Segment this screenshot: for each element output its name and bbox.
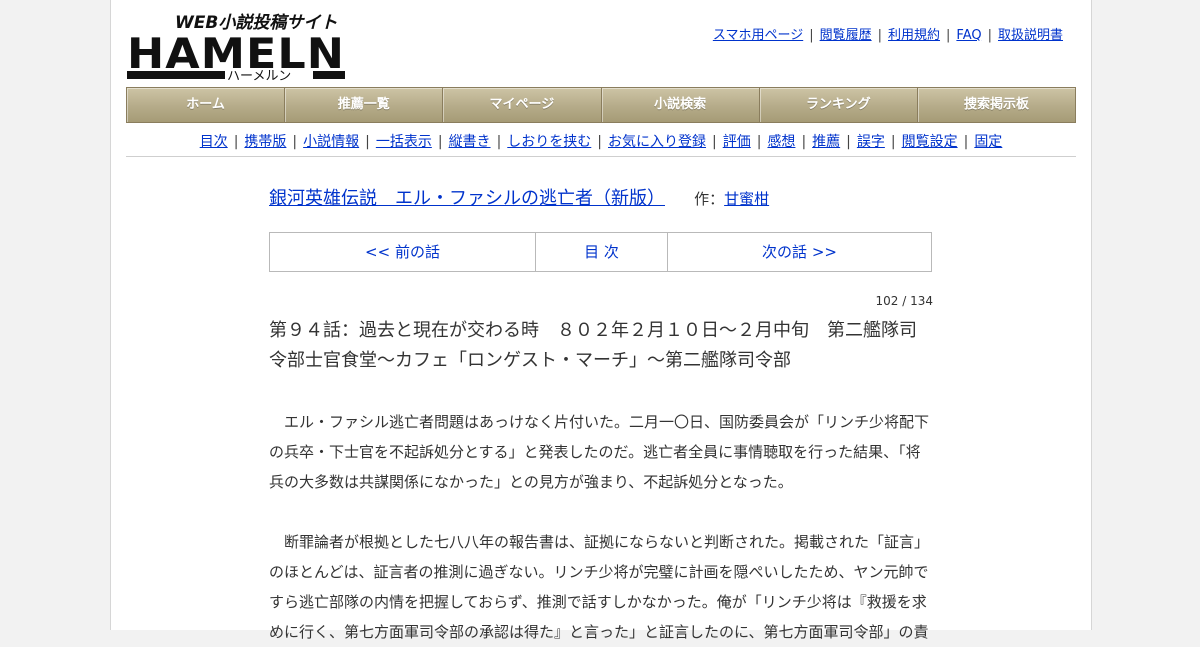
prev-chapter-link[interactable]: << 前の話 bbox=[270, 233, 536, 271]
top-links: スマホ用ページ | 閲覧履歴 | 利用規約 | FAQ | 取扱説明書 bbox=[713, 24, 1063, 43]
sub-nav-link[interactable]: 誤字 bbox=[857, 134, 885, 150]
hameln-logo[interactable]: WEB小説投稿サイト HAMELN ハーメルン bbox=[127, 10, 347, 82]
link-separator: | bbox=[597, 134, 602, 150]
logo-kana: ハーメルン bbox=[227, 69, 291, 82]
chapter-body: エル・ファシル逃亡者問題はあっけなく片付いた。二月一〇日、国防委員会が「リンチ少… bbox=[269, 407, 933, 647]
main-nav-item[interactable]: 推薦一覧 bbox=[285, 88, 444, 122]
top-link[interactable]: スマホ用ページ bbox=[713, 28, 803, 43]
link-separator: | bbox=[890, 134, 896, 150]
novel-title-link[interactable]: 銀河英雄伝説 エル・ファシルの逃亡者（新版） bbox=[269, 188, 665, 209]
body-paragraph: 断罪論者が根拠とした七八八年の報告書は、証拠にならないと判断された。掲載された「… bbox=[269, 533, 930, 641]
sub-nav-link[interactable]: お気に入り登録 bbox=[608, 134, 706, 150]
link-separator: | bbox=[712, 134, 717, 150]
body-paragraph: エル・ファシル逃亡者問題はあっけなく片付いた。二月一〇日、国防委員会が「リンチ少… bbox=[269, 413, 930, 491]
main-nav-item[interactable]: ランキング bbox=[760, 88, 918, 122]
chapter-counter: 102 / 134 bbox=[875, 294, 933, 308]
link-separator: | bbox=[365, 134, 370, 150]
sub-nav-link[interactable]: 閲覧設定 bbox=[902, 134, 958, 150]
chapter-pager: << 前の話 目 次 次の話 >> bbox=[269, 232, 932, 272]
main-nav-item[interactable]: 小説検索 bbox=[602, 88, 760, 122]
sub-nav-link[interactable]: 携帯版 bbox=[244, 134, 286, 150]
toc-link[interactable]: 目 次 bbox=[536, 233, 668, 271]
top-link[interactable]: 利用規約 bbox=[888, 28, 940, 43]
author-label: 作：甘蜜柑 bbox=[694, 190, 769, 208]
link-separator: | bbox=[809, 28, 814, 43]
link-separator: | bbox=[292, 134, 298, 150]
sub-nav-link[interactable]: しおりを挟む bbox=[507, 134, 591, 150]
link-separator: | bbox=[496, 134, 502, 150]
author-link[interactable]: 甘蜜柑 bbox=[724, 190, 769, 208]
sub-nav-link[interactable]: 評価 bbox=[723, 134, 751, 150]
link-separator: | bbox=[233, 134, 239, 150]
sub-nav-link[interactable]: 小説情報 bbox=[303, 134, 359, 150]
top-link[interactable]: 閲覧履歴 bbox=[820, 28, 872, 43]
link-separator: | bbox=[987, 28, 992, 43]
divider bbox=[126, 156, 1076, 157]
sub-nav-link[interactable]: 目次 bbox=[200, 134, 228, 150]
link-separator: | bbox=[877, 28, 882, 43]
link-separator: | bbox=[963, 134, 969, 150]
sub-nav-link[interactable]: 推薦 bbox=[812, 134, 840, 150]
sub-nav-link[interactable]: 固定 bbox=[974, 134, 1002, 150]
link-separator: | bbox=[756, 134, 762, 150]
sub-nav-link[interactable]: 一括表示 bbox=[376, 134, 432, 150]
sub-nav-link[interactable]: 感想 bbox=[767, 134, 795, 150]
main-nav: ホーム 推薦一覧 マイページ 小説検索 ランキング 捜索掲示板 bbox=[126, 87, 1076, 123]
top-link[interactable]: 取扱説明書 bbox=[998, 28, 1063, 43]
main-nav-item[interactable]: 捜索掲示板 bbox=[918, 88, 1075, 122]
link-separator: | bbox=[946, 28, 951, 43]
top-link[interactable]: FAQ bbox=[956, 28, 981, 43]
novel-title-line: 銀河英雄伝説 エル・ファシルの逃亡者（新版） 作：甘蜜柑 bbox=[269, 184, 769, 210]
author-prefix: 作： bbox=[694, 190, 725, 208]
link-separator: | bbox=[846, 134, 851, 150]
next-chapter-link[interactable]: 次の話 >> bbox=[668, 233, 931, 271]
main-nav-item[interactable]: ホーム bbox=[127, 88, 286, 122]
sub-nav-link[interactable]: 縦書き bbox=[449, 134, 491, 150]
link-separator: | bbox=[437, 134, 443, 150]
sub-nav: 目次 | 携帯版 | 小説情報 | 一括表示 | 縦書き | しおりを挟む | お気に入り登録 | 評価 | 感… bbox=[126, 131, 1076, 151]
link-separator: | bbox=[801, 134, 807, 150]
main-nav-item[interactable]: マイページ bbox=[443, 88, 602, 122]
chapter-title: 第９４話：過去と現在が交わる時 ８０２年２月１０日～２月中旬 第二艦隊司令部士官… bbox=[269, 320, 917, 371]
body-paragraph bbox=[269, 497, 933, 527]
page-container: WEB小説投稿サイト HAMELN ハーメルン スマホ用ページ | 閲覧履歴 | 利用規… bbox=[110, 0, 1092, 641]
